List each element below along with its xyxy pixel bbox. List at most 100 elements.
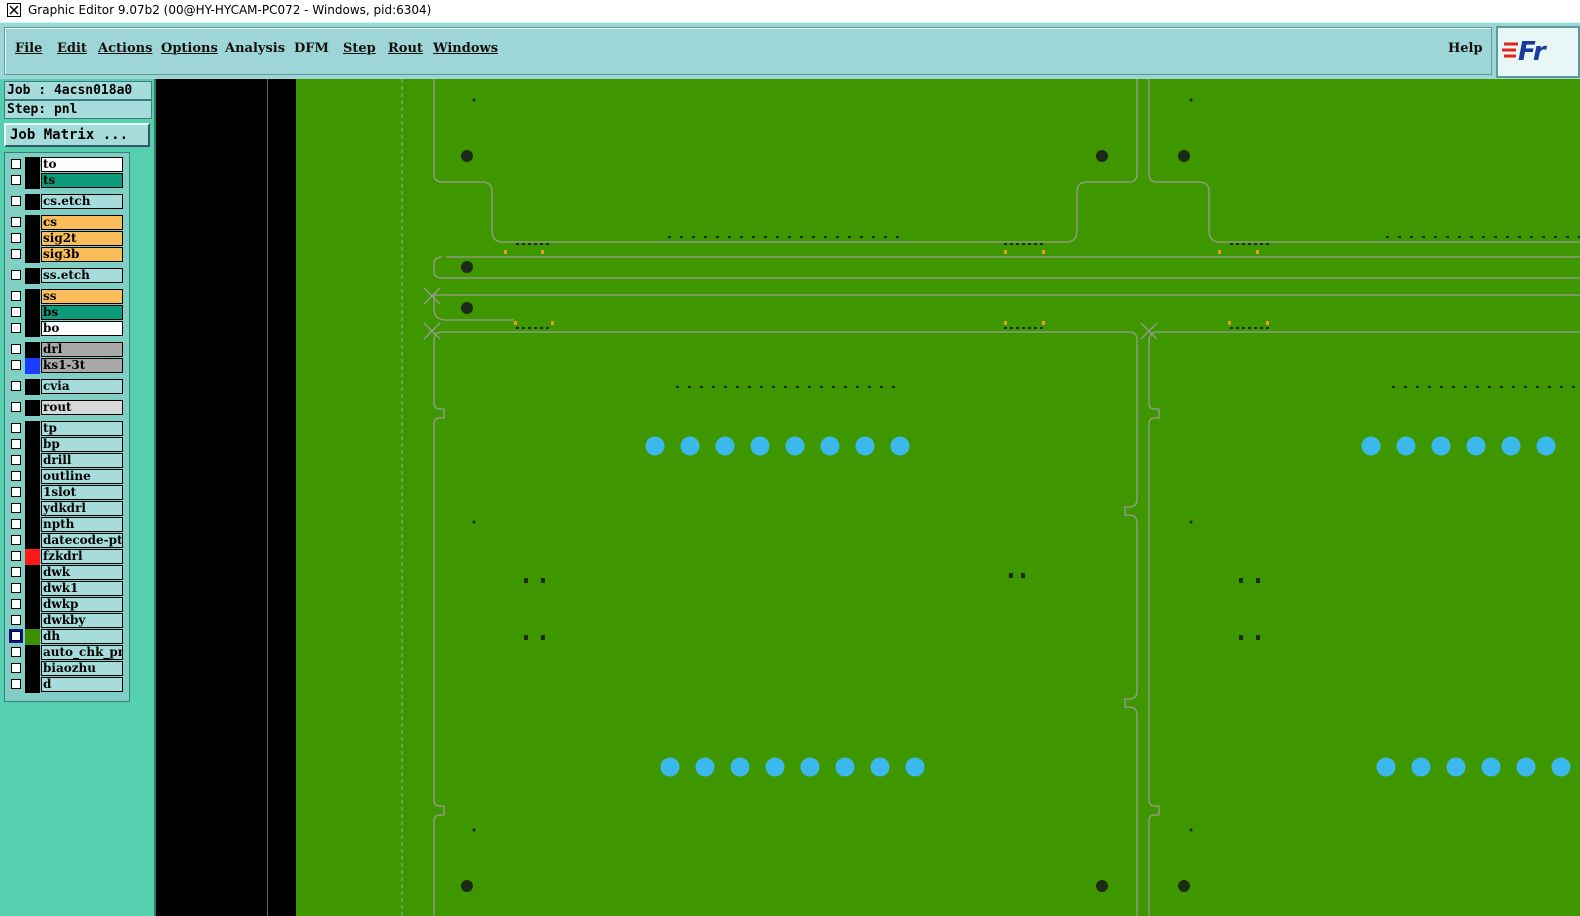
layer-checkbox[interactable] [11, 291, 21, 301]
layer-checkbox[interactable] [11, 196, 21, 206]
layer-name[interactable]: 1slot [41, 485, 123, 500]
layer-checkbox[interactable] [11, 344, 21, 354]
layer-checkbox[interactable] [11, 663, 21, 673]
layer-row[interactable]: tp [5, 421, 127, 437]
layer-name[interactable]: cvia [41, 379, 123, 394]
layer-name[interactable]: ss.etch [41, 268, 123, 283]
layer-row[interactable]: fzkdrl [5, 549, 127, 565]
layer-row[interactable]: dh [5, 629, 127, 645]
layer-checkbox[interactable] [11, 402, 21, 412]
layer-checkbox[interactable] [11, 381, 21, 391]
layer-name[interactable]: ydkdrl [41, 501, 123, 516]
layer-name[interactable]: dh [41, 629, 123, 644]
menu-options[interactable]: Options [161, 41, 218, 56]
layer-row[interactable]: to [5, 157, 127, 173]
graphic-canvas[interactable] [296, 79, 1580, 916]
layer-row[interactable]: drill [5, 453, 127, 469]
layer-checkbox[interactable] [11, 567, 21, 577]
menu-rout[interactable]: Rout [388, 41, 423, 56]
layer-checkbox[interactable] [9, 629, 23, 643]
layer-checkbox[interactable] [11, 217, 21, 227]
layer-name[interactable]: bs [41, 305, 123, 320]
layer-name[interactable]: cs.etch [41, 194, 123, 209]
layer-row[interactable]: d [5, 677, 127, 693]
layer-row[interactable]: ss.etch [5, 268, 127, 284]
menu-step[interactable]: Step [343, 41, 376, 56]
layer-row[interactable]: dwkp [5, 597, 127, 613]
layer-row[interactable]: cs.etch [5, 194, 127, 210]
layer-checkbox[interactable] [11, 175, 21, 185]
layer-row[interactable]: ydkdrl [5, 501, 127, 517]
layer-checkbox[interactable] [11, 551, 21, 561]
menu-help[interactable]: Help [1448, 41, 1483, 56]
layer-checkbox[interactable] [11, 535, 21, 545]
layer-checkbox[interactable] [11, 583, 21, 593]
layer-name[interactable]: rout [41, 400, 123, 415]
menu-windows[interactable]: Windows [433, 41, 498, 56]
layer-name[interactable]: drl [41, 342, 123, 357]
job-matrix-button[interactable]: Job Matrix ... [4, 123, 150, 147]
layer-row[interactable]: ts [5, 173, 127, 189]
menu-dfm[interactable]: DFM [294, 41, 329, 56]
layer-row[interactable]: 1slot [5, 485, 127, 501]
layer-row[interactable]: dwkby [5, 613, 127, 629]
layer-name[interactable]: tp [41, 421, 123, 436]
layer-row[interactable]: sig3b [5, 247, 127, 263]
layer-row[interactable]: datecode-ptc [5, 533, 127, 549]
layer-name[interactable]: dwk1 [41, 581, 123, 596]
layer-checkbox[interactable] [11, 270, 21, 280]
layer-name[interactable]: biaozhu [41, 661, 123, 676]
layer-checkbox[interactable] [11, 233, 21, 243]
layer-checkbox[interactable] [11, 599, 21, 609]
layer-row[interactable]: auto_chk_pnl [5, 645, 127, 661]
menu-actions[interactable]: Actions [98, 41, 152, 56]
layer-row[interactable]: bo [5, 321, 127, 337]
layer-row[interactable]: cs [5, 215, 127, 231]
layer-checkbox[interactable] [11, 487, 21, 497]
menu-analysis[interactable]: Analysis [225, 41, 285, 56]
menu-file[interactable]: File [15, 41, 42, 56]
layer-name[interactable]: drill [41, 453, 123, 468]
layer-checkbox[interactable] [11, 159, 21, 169]
layer-row[interactable]: dwk [5, 565, 127, 581]
layer-row[interactable]: ss [5, 289, 127, 305]
layer-name[interactable]: bp [41, 437, 123, 452]
layer-name[interactable]: to [41, 157, 123, 172]
layer-checkbox[interactable] [11, 307, 21, 317]
layer-checkbox[interactable] [11, 455, 21, 465]
layer-row[interactable]: rout [5, 400, 127, 416]
layer-name[interactable]: outline [41, 469, 123, 484]
layer-name[interactable]: cs [41, 215, 123, 230]
layer-checkbox[interactable] [11, 423, 21, 433]
layer-checkbox[interactable] [11, 439, 21, 449]
layer-name[interactable]: bo [41, 321, 123, 336]
layer-row[interactable]: bs [5, 305, 127, 321]
layer-row[interactable]: cvia [5, 379, 127, 395]
layer-row[interactable]: drl [5, 342, 127, 358]
layer-name[interactable]: d [41, 677, 123, 692]
layer-checkbox[interactable] [11, 249, 21, 259]
layer-name[interactable]: npth [41, 517, 123, 532]
layer-row[interactable]: dwk1 [5, 581, 127, 597]
layer-row[interactable]: outline [5, 469, 127, 485]
layer-checkbox[interactable] [11, 471, 21, 481]
layer-name[interactable]: sig2t [41, 231, 123, 246]
layer-checkbox[interactable] [11, 323, 21, 333]
layer-name[interactable]: ss [41, 289, 123, 304]
layer-checkbox[interactable] [11, 647, 21, 657]
layer-name[interactable]: datecode-ptc [41, 533, 123, 548]
layer-name[interactable]: auto_chk_pnl [41, 645, 123, 660]
layer-checkbox[interactable] [11, 360, 21, 370]
layer-row[interactable]: bp [5, 437, 127, 453]
layer-checkbox[interactable] [11, 679, 21, 689]
layer-name[interactable]: ks1-3t [41, 358, 123, 373]
layer-name[interactable]: sig3b [41, 247, 123, 262]
layer-name[interactable]: dwk [41, 565, 123, 580]
layer-name[interactable]: ts [41, 173, 123, 188]
layer-row[interactable]: ks1-3t [5, 358, 127, 374]
layer-checkbox[interactable] [11, 503, 21, 513]
layer-name[interactable]: fzkdrl [41, 549, 123, 564]
layer-row[interactable]: biaozhu [5, 661, 127, 677]
layer-checkbox[interactable] [11, 615, 21, 625]
layer-row[interactable]: sig2t [5, 231, 127, 247]
